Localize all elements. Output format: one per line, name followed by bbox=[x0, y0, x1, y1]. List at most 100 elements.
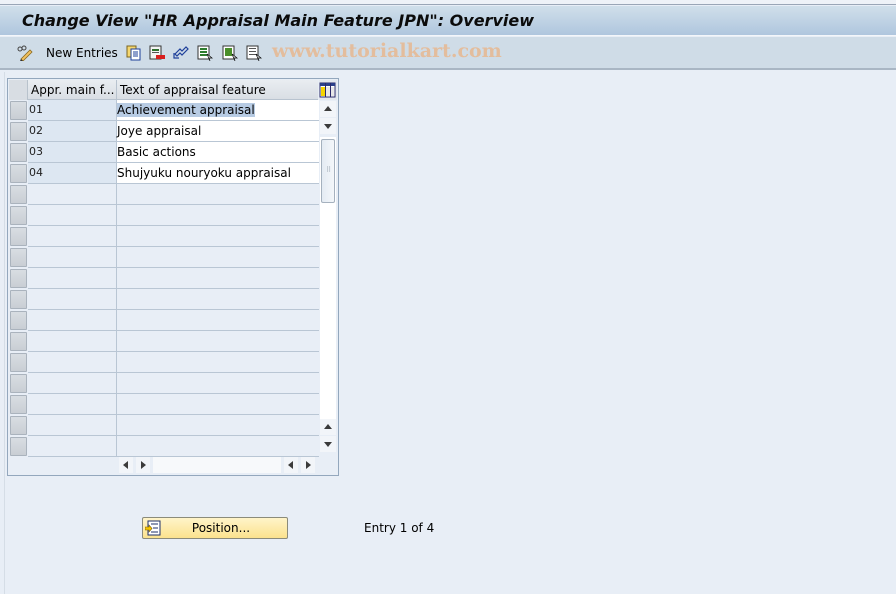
copy-as-button[interactable] bbox=[126, 44, 142, 62]
cell-text: Achievement appraisal bbox=[117, 103, 255, 117]
page-down-button[interactable] bbox=[320, 436, 336, 452]
deselect-all-icon bbox=[246, 45, 262, 62]
window-top-strip bbox=[0, 0, 896, 5]
cell-text: Shujyuku nouryoku appraisal bbox=[117, 166, 291, 180]
scroll-right-button[interactable] bbox=[301, 457, 315, 473]
display-change-button[interactable] bbox=[17, 44, 33, 62]
table-row: 01 Achievement appraisal bbox=[9, 100, 319, 121]
row-selector[interactable] bbox=[10, 206, 27, 225]
left-edge bbox=[0, 72, 5, 594]
cell-appraisal-main-feature[interactable]: 04 bbox=[28, 163, 117, 184]
cell-appraisal-feature-text[interactable]: Achievement appraisal bbox=[117, 100, 319, 121]
cell-appraisal-feature-text bbox=[117, 394, 319, 415]
table-row bbox=[9, 268, 319, 289]
table-row bbox=[9, 352, 319, 373]
vertical-scroll-thumb[interactable]: ⠿ bbox=[321, 139, 335, 203]
arrow-up-icon bbox=[324, 424, 332, 429]
column-header-appraisal-main-feature[interactable]: Appr. main f... bbox=[28, 80, 117, 100]
row-selector[interactable] bbox=[10, 353, 27, 372]
row-selector[interactable] bbox=[10, 332, 27, 351]
select-all-button[interactable] bbox=[197, 44, 213, 62]
cell-appraisal-feature-text bbox=[117, 205, 319, 226]
table-row bbox=[9, 331, 319, 352]
cell-appraisal-main-feature bbox=[28, 436, 117, 457]
cell-appraisal-main-feature bbox=[28, 373, 117, 394]
cell-appraisal-main-feature bbox=[28, 310, 117, 331]
row-selector[interactable] bbox=[10, 416, 27, 435]
scroll-right-button-col1[interactable] bbox=[136, 457, 150, 473]
cell-appraisal-main-feature bbox=[28, 289, 117, 310]
cell-appraisal-main-feature bbox=[28, 205, 117, 226]
row-selector[interactable] bbox=[10, 269, 27, 288]
cell-appraisal-feature-text[interactable]: Shujyuku nouryoku appraisal bbox=[117, 163, 319, 184]
row-selector[interactable] bbox=[10, 395, 27, 414]
row-selector[interactable] bbox=[10, 185, 27, 204]
table-row: 03 Basic actions bbox=[9, 142, 319, 163]
scroll-up-button[interactable] bbox=[320, 101, 336, 117]
arrow-right-icon bbox=[141, 461, 146, 469]
row-selector[interactable] bbox=[10, 248, 27, 267]
row-selector[interactable] bbox=[10, 290, 27, 309]
arrow-left-icon bbox=[288, 461, 293, 469]
position-button[interactable]: Position... bbox=[142, 517, 288, 539]
table-row bbox=[9, 226, 319, 247]
arrow-right-icon bbox=[306, 461, 311, 469]
select-block-button[interactable] bbox=[222, 44, 238, 62]
arrow-up-icon bbox=[324, 106, 332, 111]
cell-text: Basic actions bbox=[117, 145, 196, 159]
cell-appraisal-main-feature[interactable]: 02 bbox=[28, 121, 117, 142]
entry-counter: Entry 1 of 4 bbox=[364, 521, 435, 535]
horizontal-scroll-track[interactable] bbox=[153, 457, 281, 473]
arrow-down-icon bbox=[324, 124, 332, 129]
grip-icon: ⠿ bbox=[326, 166, 332, 174]
table-row bbox=[9, 415, 319, 436]
copy-icon bbox=[126, 45, 142, 61]
table-row bbox=[9, 205, 319, 226]
row-selector[interactable] bbox=[10, 227, 27, 246]
delete-button[interactable] bbox=[149, 44, 165, 62]
select-all-rows-corner[interactable] bbox=[9, 80, 28, 100]
watermark-text: www.tutorialkart.com bbox=[272, 40, 502, 62]
table-row bbox=[9, 289, 319, 310]
cell-appraisal-feature-text bbox=[117, 289, 319, 310]
cell-appraisal-main-feature[interactable]: 03 bbox=[28, 142, 117, 163]
new-entries-label: New Entries bbox=[46, 46, 118, 60]
row-selector[interactable] bbox=[10, 164, 27, 183]
undo-change-button[interactable] bbox=[173, 44, 189, 62]
row-selector[interactable] bbox=[10, 311, 27, 330]
scroll-left-button[interactable] bbox=[284, 457, 298, 473]
table-row bbox=[9, 436, 319, 457]
cell-appraisal-main-feature bbox=[28, 352, 117, 373]
row-selector[interactable] bbox=[10, 101, 27, 120]
new-entries-button[interactable]: New Entries bbox=[46, 44, 118, 62]
scroll-left-button-col1[interactable] bbox=[119, 457, 133, 473]
pencil-glasses-icon bbox=[17, 45, 33, 62]
row-selector[interactable] bbox=[10, 437, 27, 456]
table-settings-button[interactable] bbox=[319, 80, 337, 100]
cell-appraisal-feature-text bbox=[117, 331, 319, 352]
cell-appraisal-feature-text[interactable]: Joye appraisal bbox=[117, 121, 319, 142]
column-header-text[interactable]: Text of appraisal feature bbox=[117, 80, 318, 100]
cell-appraisal-main-feature[interactable]: 01 bbox=[28, 100, 117, 121]
cell-appraisal-feature-text bbox=[117, 184, 319, 205]
select-all-icon bbox=[197, 45, 213, 62]
scroll-down-button[interactable] bbox=[320, 118, 336, 134]
cell-appraisal-main-feature bbox=[28, 184, 117, 205]
undo-icon bbox=[173, 45, 189, 61]
cell-appraisal-main-feature bbox=[28, 415, 117, 436]
cell-appraisal-feature-text bbox=[117, 310, 319, 331]
table-row: 02 Joye appraisal bbox=[9, 121, 319, 142]
table-rows: 01 Achievement appraisal 02 Joye appraisal 0… bbox=[9, 100, 319, 457]
position-icon bbox=[144, 520, 161, 536]
deselect-all-button[interactable] bbox=[246, 44, 262, 62]
row-selector[interactable] bbox=[10, 122, 27, 141]
cell-appraisal-main-feature bbox=[28, 331, 117, 352]
table-row bbox=[9, 184, 319, 205]
row-selector[interactable] bbox=[10, 143, 27, 162]
select-block-icon bbox=[222, 45, 238, 62]
row-selector[interactable] bbox=[10, 374, 27, 393]
cell-appraisal-feature-text[interactable]: Basic actions bbox=[117, 142, 319, 163]
page-up-button[interactable] bbox=[320, 419, 336, 435]
cell-appraisal-feature-text bbox=[117, 373, 319, 394]
table-row bbox=[9, 310, 319, 331]
